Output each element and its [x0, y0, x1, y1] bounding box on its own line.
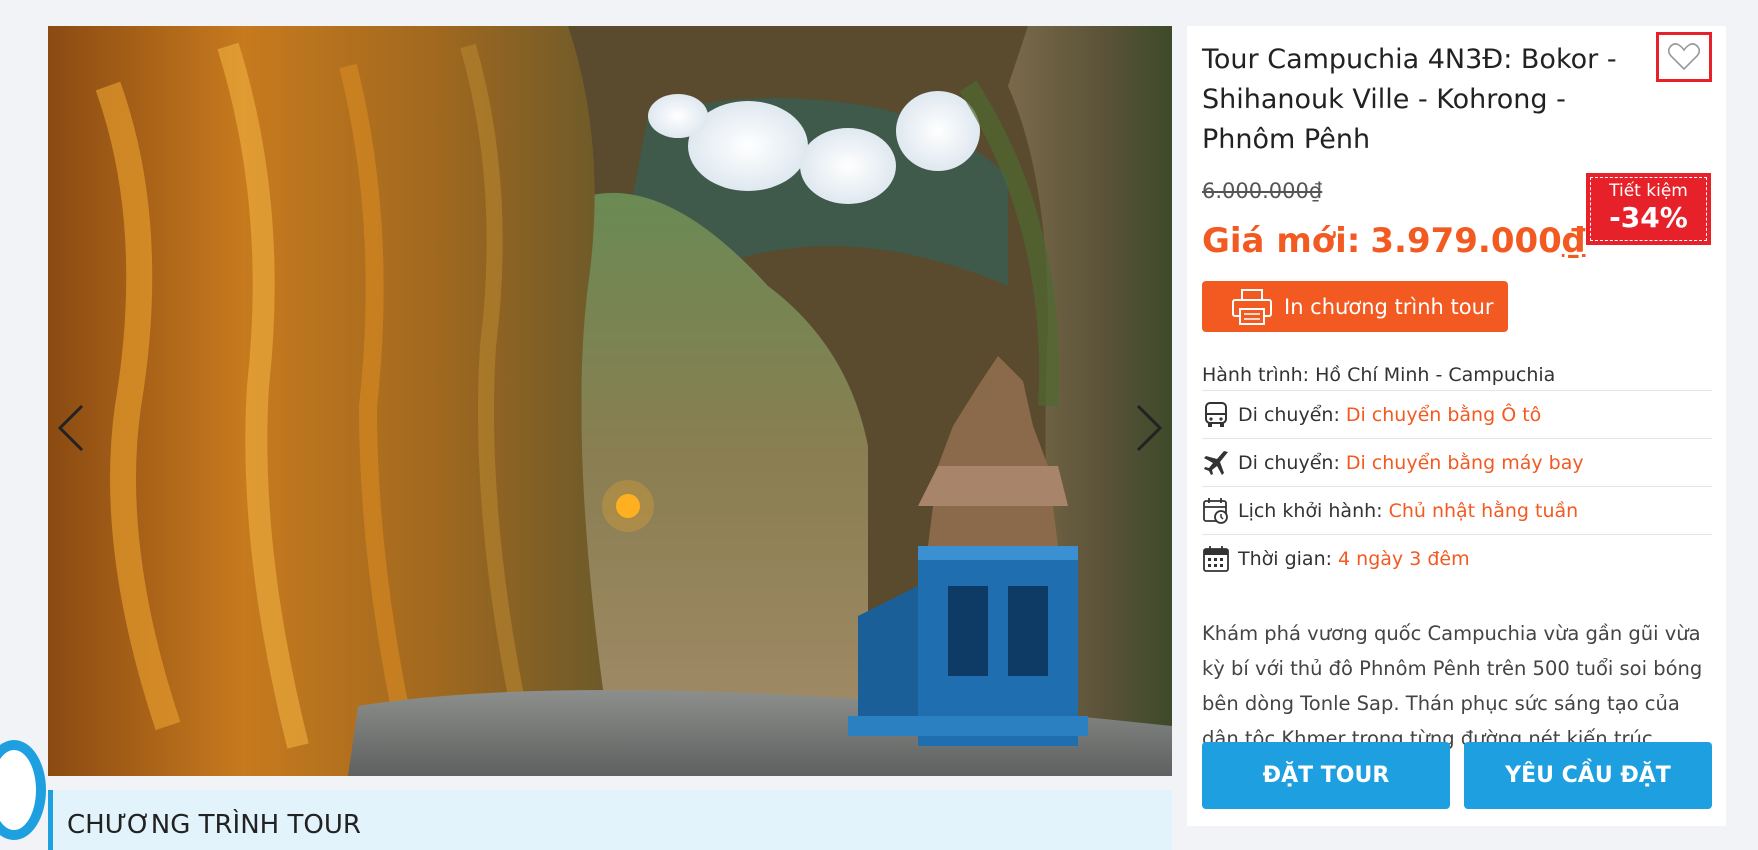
- currency-symbol: ₫: [1561, 221, 1586, 261]
- book-tour-button[interactable]: ĐẶT TOUR: [1202, 742, 1450, 809]
- tour-image-gallery[interactable]: [48, 26, 1172, 776]
- favorite-button[interactable]: [1656, 32, 1712, 82]
- gallery-prev-button[interactable]: [52, 398, 92, 458]
- gallery-next-button[interactable]: [1128, 398, 1168, 458]
- info-row-departure: Lịch khởi hành: Chủ nhật hằng tuần: [1202, 486, 1712, 534]
- chevron-left-icon: [57, 404, 84, 452]
- section-title: CHƯƠNG TRÌNH TOUR: [67, 810, 361, 840]
- new-price-label: Giá mới:: [1202, 221, 1361, 261]
- info-row-transport-car: Di chuyển: Di chuyển bằng Ô tô: [1202, 390, 1712, 438]
- discount-badge: Tiết kiệm -34%: [1586, 173, 1711, 245]
- tour-description: Khám phá vương quốc Campuchia vừa gần gũ…: [1202, 622, 1703, 750]
- tour-main-photo: [48, 26, 1172, 776]
- info-row-transport-plane: Di chuyển: Di chuyển bằng máy bay: [1202, 438, 1712, 486]
- info-key: Di chuyển:: [1238, 451, 1340, 474]
- request-booking-button[interactable]: YÊU CẦU ĐẶT: [1464, 742, 1712, 809]
- tour-title: Tour Campuchia 4N3Đ: Bokor - Shihanouk V…: [1202, 44, 1617, 155]
- tour-info-list: Di chuyển: Di chuyển bằng Ô tô Di chuyển…: [1202, 390, 1712, 582]
- bus-icon: [1202, 401, 1230, 429]
- printer-icon: [1232, 288, 1272, 325]
- old-price: 6.000.000₫: [1202, 179, 1323, 203]
- floating-contact-button[interactable]: [0, 740, 46, 840]
- info-key: Thời gian:: [1238, 547, 1333, 570]
- airplane-icon: [1202, 449, 1230, 477]
- discount-label: Tiết kiệm: [1609, 181, 1688, 201]
- new-price-value: 3.979.000: [1370, 221, 1562, 261]
- chevron-right-icon: [1136, 404, 1163, 452]
- tour-program-section-header: CHƯƠNG TRÌNH TOUR: [48, 790, 1172, 850]
- info-value: Chủ nhật hằng tuần: [1388, 499, 1579, 522]
- info-key: Di chuyển:: [1238, 403, 1340, 426]
- heart-icon: [1667, 43, 1701, 71]
- new-price: Giá mới: 3.979.000₫: [1202, 221, 1586, 261]
- calendar-clock-icon: [1202, 497, 1230, 525]
- info-value: Di chuyển bằng Ô tô: [1345, 403, 1542, 426]
- discount-percent: -34%: [1609, 201, 1688, 234]
- info-value: Di chuyển bằng máy bay: [1345, 451, 1584, 474]
- info-key: Lịch khởi hành:: [1238, 499, 1383, 522]
- info-value: 4 ngày 3 đêm: [1338, 547, 1470, 570]
- info-row-duration: Thời gian: 4 ngày 3 đêm: [1202, 534, 1712, 582]
- tour-info-panel: Tour Campuchia 4N3Đ: Bokor - Shihanouk V…: [1187, 26, 1726, 826]
- print-tour-button[interactable]: In chương trình tour: [1202, 281, 1508, 332]
- calendar-icon: [1202, 545, 1230, 573]
- tour-route: Hành trình: Hồ Chí Minh - Campuchia: [1202, 364, 1556, 386]
- print-tour-label: In chương trình tour: [1284, 294, 1494, 319]
